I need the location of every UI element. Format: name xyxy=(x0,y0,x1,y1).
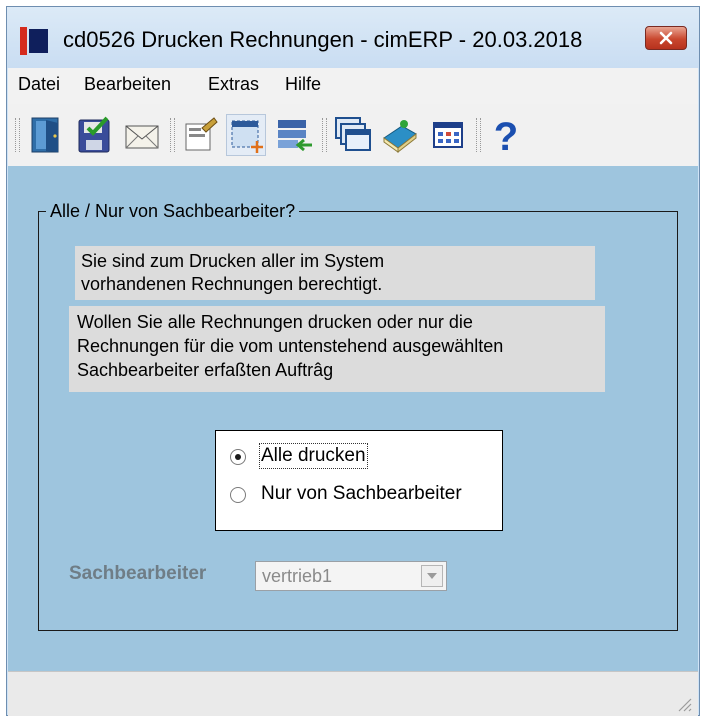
exit-button[interactable] xyxy=(26,114,66,156)
svg-text:?: ? xyxy=(494,115,518,156)
grid-calendar-icon xyxy=(433,122,463,148)
info-line-1: Sie sind zum Drucken aller im System xyxy=(81,251,385,271)
client-area: Alle / Nur von Sachbearbeiter? Sie sind … xyxy=(8,166,698,671)
windows-icon xyxy=(335,117,371,151)
new-record-button[interactable] xyxy=(226,114,266,156)
windows-button[interactable] xyxy=(332,114,372,156)
toolbar-separator xyxy=(322,118,327,152)
edit-form-icon xyxy=(185,117,218,151)
radio-selected-icon[interactable] xyxy=(229,448,247,466)
menu-datei[interactable]: Datei xyxy=(18,74,60,95)
window-title: cd0526 Drucken Rechnungen - cimERP - 20.… xyxy=(63,27,583,52)
radio-unselected-icon[interactable] xyxy=(229,486,247,504)
menu-bar: Datei Bearbeiten Extras Hilfe xyxy=(8,68,698,105)
email-button[interactable] xyxy=(122,114,162,156)
help-question-icon: ? xyxy=(494,115,518,156)
group-legend: Alle / Nur von Sachbearbeiter? xyxy=(46,201,300,222)
save-disk-icon xyxy=(78,116,110,153)
print-scope-radiogroup: Alle drucken Nur von Sachbearbeiter xyxy=(215,430,503,531)
toolbar: ? xyxy=(8,104,698,167)
title-bar[interactable]: cd0526 Drucken Rechnungen - cimERP - 20.… xyxy=(7,7,699,68)
save-button[interactable] xyxy=(74,114,114,156)
info-line-2: vorhandenen Rechnungen berechtigt. xyxy=(81,274,383,294)
sachbearbeiter-select[interactable]: vertrieb1 xyxy=(255,561,447,591)
toolbar-separator xyxy=(170,118,175,152)
calendar-button[interactable] xyxy=(428,114,468,156)
permission-info-text: Sie sind zum Drucken aller im System vor… xyxy=(75,246,595,300)
exit-door-icon xyxy=(31,117,59,153)
help-button[interactable]: ? xyxy=(486,114,526,156)
close-button[interactable] xyxy=(645,26,687,50)
menu-bearbeiten[interactable]: Bearbeiten xyxy=(84,74,171,95)
status-bar xyxy=(8,671,698,716)
question-text: Wollen Sie alle Rechnungen drucken oder … xyxy=(69,306,605,392)
question-line-3: Sachbearbeiter erfaßten Auftrâg xyxy=(77,360,334,380)
selection-groupbox: Alle / Nur von Sachbearbeiter? Sie sind … xyxy=(38,201,678,631)
application-window: cd0526 Drucken Rechnungen - cimERP - 20.… xyxy=(6,6,700,716)
question-line-2: Rechnungen für die vom untenstehend ausg… xyxy=(77,336,504,356)
close-icon xyxy=(659,31,673,45)
app-icon[interactable] xyxy=(20,27,48,55)
sachbearbeiter-value: vertrieb1 xyxy=(262,566,333,586)
email-envelope-icon xyxy=(125,125,159,149)
toolbar-separator xyxy=(476,118,481,152)
sachbearbeiter-label: Sachbearbeiter xyxy=(69,563,207,584)
toolbar-grip[interactable] xyxy=(15,118,20,152)
question-line-1: Wollen Sie alle Rechnungen drucken oder … xyxy=(77,312,473,332)
menu-extras[interactable]: Extras xyxy=(208,74,259,95)
edit-button[interactable] xyxy=(180,114,220,156)
chevron-down-icon xyxy=(427,573,437,579)
radio-label-alle-drucken[interactable]: Alle drucken xyxy=(259,443,368,469)
resize-grip-icon[interactable] xyxy=(674,694,692,712)
import-button[interactable] xyxy=(274,114,314,156)
book-button[interactable] xyxy=(380,114,420,156)
import-list-icon xyxy=(278,120,312,152)
book-icon xyxy=(383,120,417,154)
dropdown-button[interactable] xyxy=(421,565,443,587)
new-record-icon xyxy=(231,120,263,153)
radio-label-nur-von-sachbearbeiter[interactable]: Nur von Sachbearbeiter xyxy=(261,483,462,505)
menu-hilfe[interactable]: Hilfe xyxy=(285,74,321,95)
